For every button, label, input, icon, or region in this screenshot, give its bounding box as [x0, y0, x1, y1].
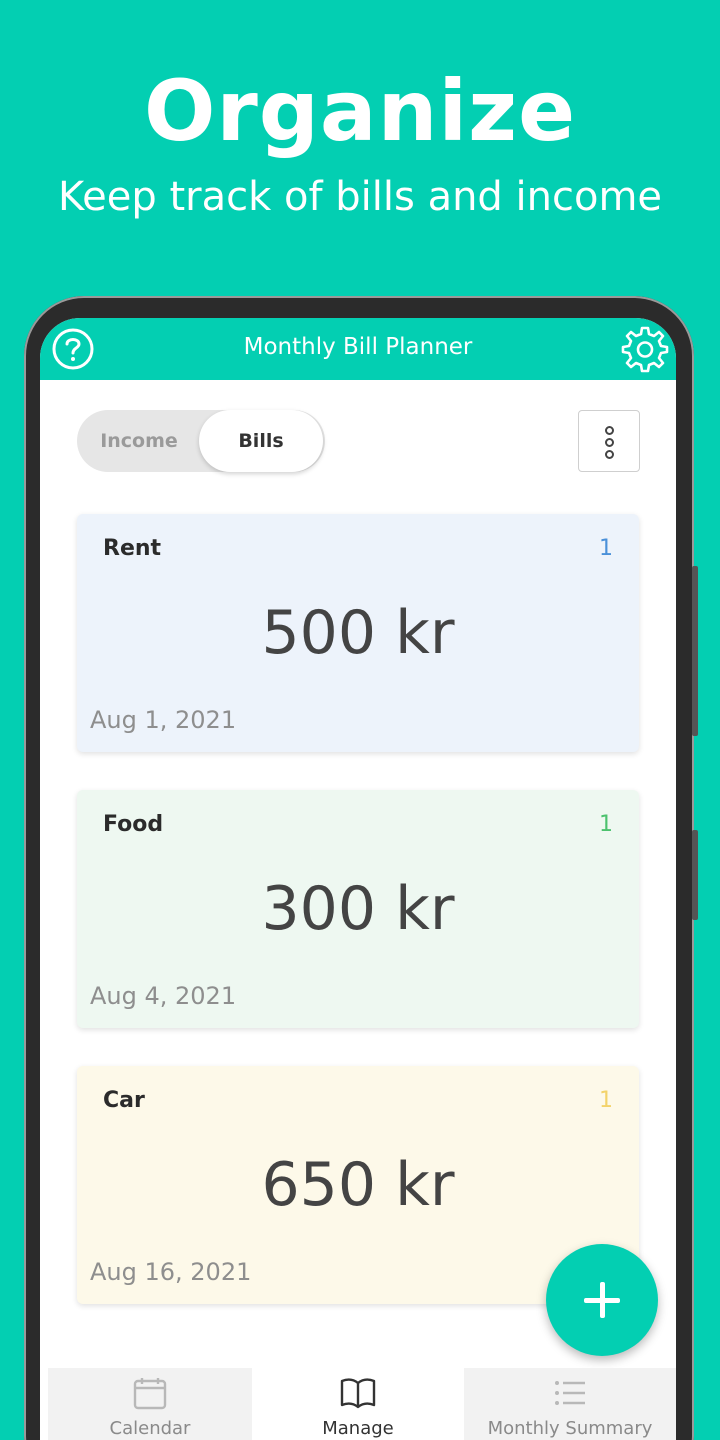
bill-amount: 300 kr	[261, 874, 455, 944]
nav-manage[interactable]: Manage	[252, 1368, 464, 1440]
bill-name: Rent	[103, 536, 162, 561]
nav-monthly-summary[interactable]: Monthly Summary	[464, 1368, 676, 1440]
bill-date: Aug 16, 2021	[90, 1258, 252, 1286]
app-title: Monthly Bill Planner	[243, 334, 473, 360]
bills-tab[interactable]: Bills	[199, 410, 323, 472]
more-menu-button[interactable]	[578, 410, 640, 472]
bill-date: Aug 4, 2021	[90, 982, 237, 1010]
hero-title: Organize	[143, 62, 577, 160]
app-bar: Monthly Bill Planner	[40, 318, 676, 380]
nav-label: Manage	[322, 1418, 394, 1439]
hero-subtitle: Keep track of bills and income	[57, 174, 663, 220]
bill-amount: 650 kr	[261, 1150, 455, 1220]
bottom-navigation: Calendar Manage Monthly Summary	[48, 1368, 676, 1440]
bill-name: Car	[103, 1088, 145, 1113]
bill-count: 1	[599, 536, 613, 561]
calendar-icon	[133, 1378, 167, 1410]
bill-count: 1	[599, 1088, 613, 1113]
nav-calendar[interactable]: Calendar	[48, 1368, 252, 1440]
app-screen: Monthly Bill Planner Income Bills Rent 1…	[40, 318, 676, 1440]
nav-label: Monthly Summary	[487, 1418, 653, 1439]
bill-count: 1	[599, 812, 613, 837]
add-bill-button[interactable]	[546, 1244, 658, 1356]
phone-side-button	[692, 566, 698, 736]
nav-label: Calendar	[109, 1418, 191, 1439]
income-bills-toggle: Income Bills	[77, 410, 325, 472]
bill-amount: 500 kr	[261, 598, 455, 668]
income-tab[interactable]: Income	[77, 410, 201, 472]
bill-name: Food	[103, 812, 164, 837]
bill-card-food[interactable]: Food 1 300 kr Aug 4, 2021	[77, 790, 639, 1028]
phone-side-button	[692, 830, 698, 920]
list-icon	[555, 1381, 585, 1405]
book-icon	[340, 1378, 376, 1409]
gear-icon[interactable]	[620, 324, 670, 374]
bill-date: Aug 1, 2021	[90, 706, 237, 734]
bill-card-rent[interactable]: Rent 1 500 kr Aug 1, 2021	[77, 514, 639, 752]
